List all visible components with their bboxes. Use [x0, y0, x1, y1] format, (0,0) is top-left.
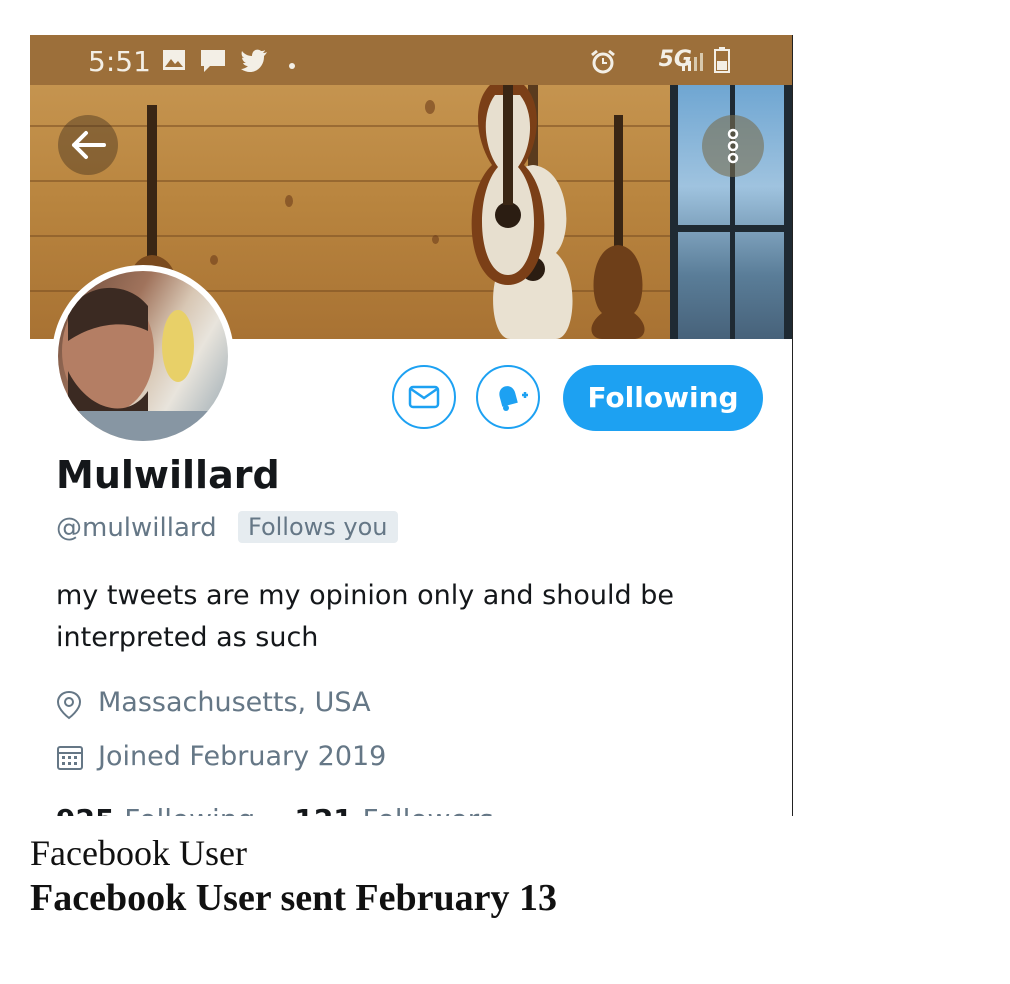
caption-sent-date: Facebook User sent February 13 — [30, 877, 558, 919]
status-bar: 5:51 5G — [30, 35, 792, 85]
following-label[interactable]: Following — [124, 803, 255, 816]
avatar[interactable] — [52, 265, 234, 447]
status-time: 5:51 — [88, 45, 151, 78]
back-button[interactable] — [58, 115, 118, 175]
followers-label[interactable]: Followers — [363, 803, 494, 816]
back-arrow-icon — [72, 131, 106, 159]
bell-plus-icon — [499, 386, 528, 411]
location-pin-icon — [56, 690, 82, 720]
battery-icon — [714, 47, 730, 78]
alarm-icon — [590, 49, 616, 80]
joined-text: Joined February 2019 — [98, 741, 387, 772]
follow-counts: 925 Following 121 Followers — [56, 803, 494, 816]
more-vertical-icon — [727, 128, 739, 164]
joined-row: Joined February 2019 — [56, 741, 556, 777]
following-button[interactable]: Following — [563, 365, 763, 431]
message-button[interactable] — [392, 365, 456, 429]
avatar-photo — [58, 271, 228, 441]
notifications-button[interactable] — [476, 365, 540, 429]
caption-sender: Facebook User — [30, 833, 247, 873]
dot-icon — [288, 57, 296, 75]
more-options-button[interactable] — [702, 115, 764, 177]
profile-handle: @mulwillard — [56, 513, 217, 543]
following-count[interactable]: 925 — [56, 803, 114, 816]
profile-name: Mulwillard — [56, 453, 280, 497]
profile-screenshot: 5:51 5G Following Mulwillard @mulwillard… — [30, 35, 793, 816]
message-icon — [200, 49, 226, 78]
envelope-icon — [408, 385, 440, 409]
image-icon — [162, 49, 186, 76]
signal-icon — [680, 51, 704, 76]
location-text: Massachusetts, USA — [98, 687, 371, 718]
profile-bio: my tweets are my opinion only and should… — [56, 580, 674, 653]
location-row: Massachusetts, USA — [56, 687, 556, 723]
twitter-bird-icon — [240, 49, 268, 78]
followers-count[interactable]: 121 — [294, 803, 352, 816]
follows-you-badge: Follows you — [238, 511, 398, 543]
calendar-icon — [57, 746, 83, 770]
